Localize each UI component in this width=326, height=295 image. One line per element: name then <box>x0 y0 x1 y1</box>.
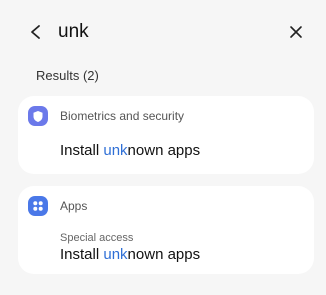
category-label: Biometrics and security <box>60 109 185 123</box>
title-prefix: Install <box>60 246 104 263</box>
title-highlight: unk <box>103 142 128 159</box>
category-row: Apps <box>28 196 87 216</box>
title-suffix: nown apps <box>127 142 201 159</box>
close-icon <box>290 26 302 38</box>
clear-search-button[interactable] <box>286 22 306 42</box>
back-button[interactable] <box>26 22 46 42</box>
shield-icon <box>28 106 48 126</box>
title-suffix: nown apps <box>127 246 201 263</box>
result-card-biometrics[interactable]: Biometrics and security Install unknown … <box>18 96 314 174</box>
category-row: Biometrics and security <box>28 106 184 126</box>
title-highlight: unk <box>103 246 128 263</box>
search-header: unk <box>0 0 326 64</box>
result-title: Install unknown apps <box>60 142 200 159</box>
category-label: Apps <box>60 199 88 213</box>
result-card-apps[interactable]: Apps Special access Install unknown apps <box>18 186 314 274</box>
search-query-input[interactable]: unk <box>58 20 89 44</box>
result-title: Install unknown apps <box>60 246 200 263</box>
title-prefix: Install <box>60 142 104 159</box>
apps-grid-icon <box>28 196 48 216</box>
results-count-label: Results (2) <box>36 68 99 83</box>
chevron-left-icon <box>31 25 40 39</box>
result-subtitle: Special access <box>60 232 134 244</box>
